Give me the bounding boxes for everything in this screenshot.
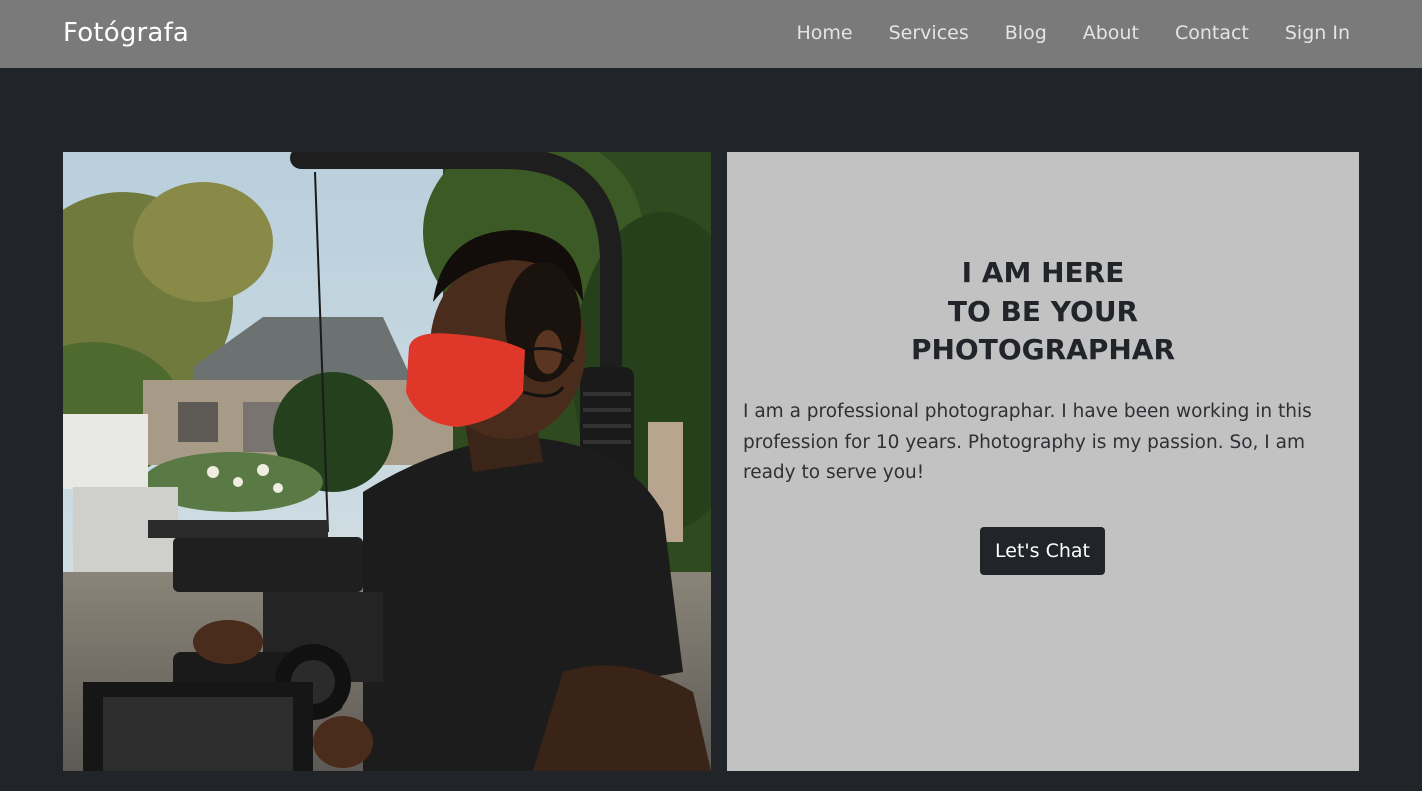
nav-link-contact[interactable]: Contact (1175, 20, 1249, 46)
nav-link-about[interactable]: About (1083, 20, 1139, 46)
brand-logo[interactable]: Fotógrafa (63, 15, 189, 51)
photographer-illustration (63, 152, 711, 771)
hero-description: I am a professional photographar. I have… (743, 401, 1312, 483)
nav-link-blog[interactable]: Blog (1005, 20, 1047, 46)
hero-card: I AM HERE TO BE YOUR PHOTOGRAPHAR I am a… (727, 152, 1359, 771)
nav-menu: Home Services Blog About Contact Sign In (797, 20, 1350, 46)
nav-link-home[interactable]: Home (797, 20, 853, 46)
lets-chat-button[interactable]: Let's Chat (980, 527, 1105, 575)
nav-link-sign-in[interactable]: Sign In (1285, 20, 1350, 46)
hero-title-line-3: PHOTOGRAPHAR (910, 333, 1176, 366)
navbar: Fotógrafa Home Services Blog About Conta… (0, 0, 1422, 68)
hero-title: I AM HERE TO BE YOUR PHOTOGRAPHAR (727, 254, 1359, 370)
hero-title-line-2: TO BE YOUR (947, 294, 1139, 328)
photographer-photo (63, 152, 711, 771)
hero-title-line-1: I AM HERE (961, 256, 1125, 289)
nav-link-services[interactable]: Services (889, 20, 969, 46)
